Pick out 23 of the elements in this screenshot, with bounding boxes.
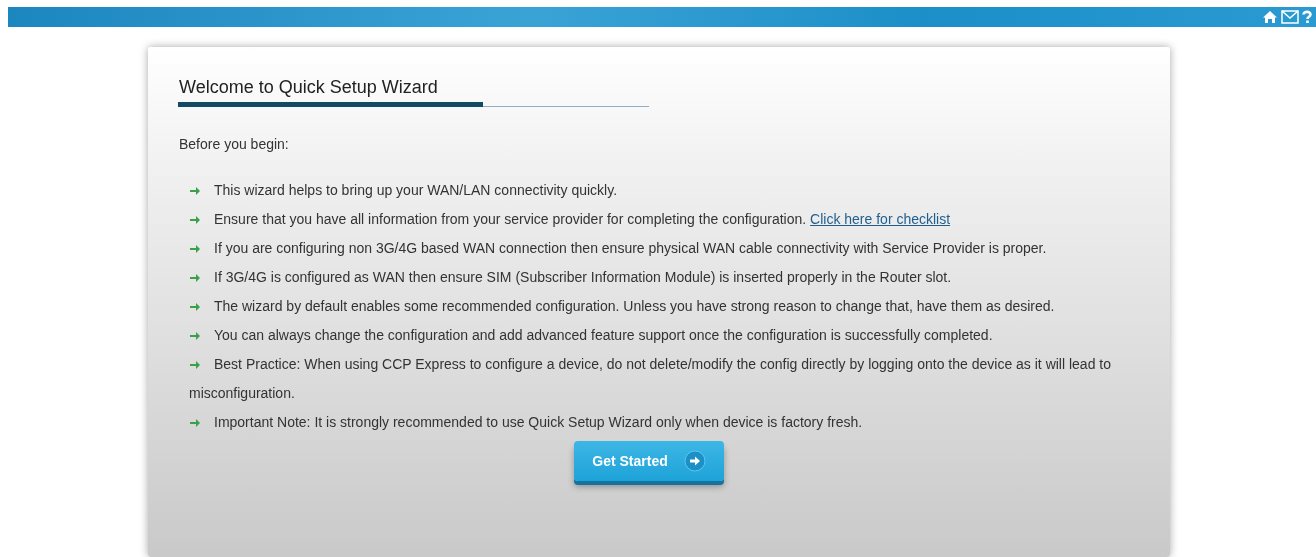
help-icon[interactable] <box>1302 10 1312 24</box>
checklist-item: The wizard by default enables some recommended configuration. Unless you have strong reason to change that, have them as desired. <box>189 292 1134 321</box>
checklist-item: If 3G/4G is configured as WAN then ensure SIM (Subscriber Information Module) is inserted properly in the Router slot. <box>189 263 1134 292</box>
arrow-icon <box>189 330 201 342</box>
arrow-icon <box>189 185 201 197</box>
home-icon[interactable] <box>1262 10 1278 24</box>
arrow-icon <box>189 243 201 255</box>
arrow-icon <box>189 272 201 284</box>
wizard-title: Welcome to Quick Setup Wizard <box>179 77 438 98</box>
arrow-icon <box>189 301 201 313</box>
checklist-link[interactable]: Click here for checklist <box>810 211 951 227</box>
checklist-item: You can always change the configuration and add advanced feature support once the configuration is successfully completed. <box>189 321 1134 350</box>
mail-icon[interactable] <box>1281 10 1299 24</box>
checklist-item: Important Note: It is strongly recommended to use Quick Setup Wizard only when device is factory fresh. <box>189 408 1134 437</box>
arrow-icon <box>189 417 201 429</box>
checklist-item: Best Practice: When using CCP Express to configure a device, do not delete/modify the config directly by logging onto the device as it will lead to misconfiguration. <box>189 355 1112 403</box>
checklist-item: Ensure that you have all information from your service provider for completing the configuration. Click here for checklist <box>189 205 1134 234</box>
checklist-item: If you are configuring non 3G/4G based WAN connection then ensure physical WAN cable connectivity with Service Provider is proper. <box>189 234 1134 263</box>
arrow-icon <box>189 214 201 226</box>
arrow-icon <box>189 359 201 371</box>
checklist-item: This wizard helps to bring up your WAN/LAN connectivity quickly. <box>189 176 1134 205</box>
arrow-circle-icon <box>683 450 706 472</box>
intro-text: Before you begin: <box>179 136 289 152</box>
